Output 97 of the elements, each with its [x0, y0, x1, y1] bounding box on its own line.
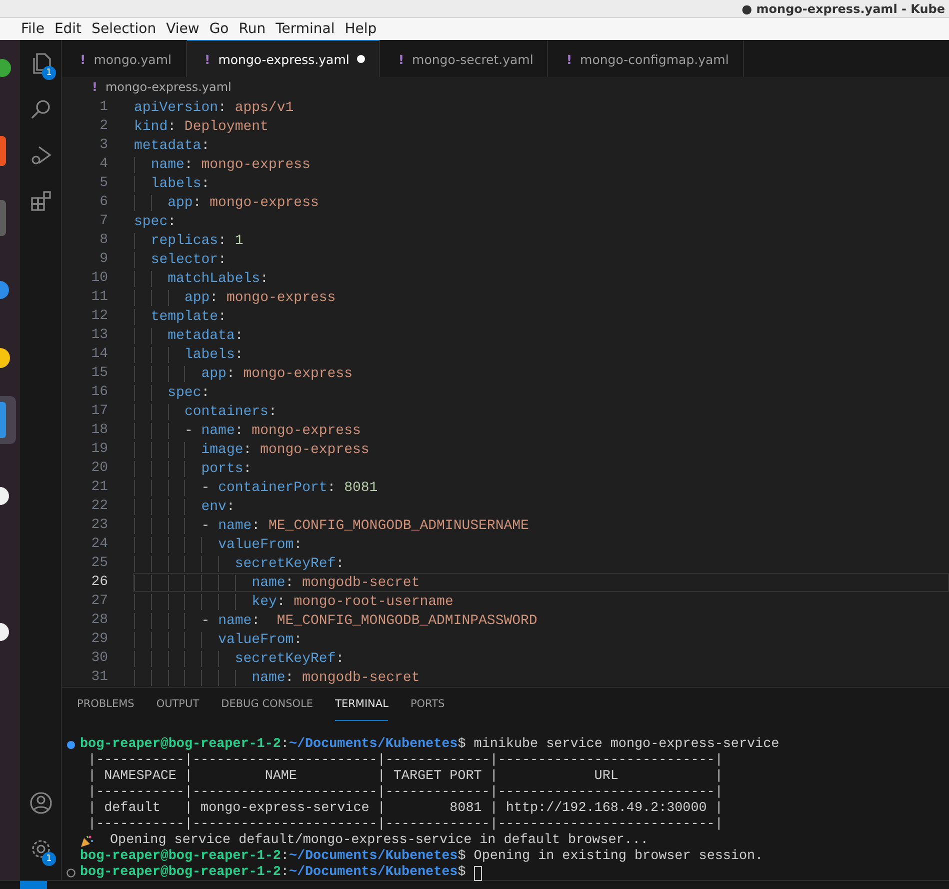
line-number: 15 — [90, 364, 108, 383]
code-line: metadata: — [133, 326, 949, 345]
code-line: valueFrom: — [133, 630, 949, 649]
code-line: - name: ME_CONFIG_MONGODB_ADMINUSERNAME — [133, 516, 949, 535]
terminal-line: bog-reaper@bog-reaper-1-2:~/Documents/Kubenetes$ Opening in existing browser session. — [80, 849, 764, 865]
line-number: 3 — [98, 136, 108, 155]
panel-tab[interactable]: OUTPUT — [156, 688, 200, 721]
code-line: name: mongodb-secret — [133, 668, 949, 687]
line-number: 4 — [98, 155, 108, 174]
code-line: ports: — [133, 459, 949, 478]
panel-tab[interactable]: PROBLEMS — [77, 688, 134, 721]
terminal-line: |-----------|-----------------------|-------------|---------------------------| — [87, 785, 723, 801]
code-line: env: — [133, 497, 949, 516]
line-number: 30 — [90, 649, 108, 668]
line-number: 23 — [90, 516, 108, 535]
line-number: 21 — [90, 478, 108, 497]
editor-tab[interactable]: ! mongo-express.yaml — [186, 40, 380, 77]
terminal-line: |-----------|-----------------------|-------------|---------------------------| — [87, 753, 723, 769]
code-line: secretKeyRef: — [133, 554, 949, 573]
code-line: image: mongo-express — [133, 440, 949, 459]
line-number: 12 — [90, 307, 108, 326]
code-line: replicas: 1 — [133, 231, 949, 250]
line-number: 24 — [90, 535, 108, 554]
code-line: app: mongo-express — [133, 193, 949, 212]
line-number: 17 — [90, 402, 108, 421]
line-number: 18 — [90, 421, 108, 440]
line-number: 25 — [90, 554, 108, 573]
menu-item[interactable]: Selection — [86, 18, 162, 40]
code-line: selector: — [133, 250, 949, 269]
line-number: 8 — [98, 231, 108, 250]
line-number: 16 — [90, 383, 108, 402]
line-number: 13 — [90, 326, 108, 345]
code-line: - containerPort: 8081 — [133, 478, 949, 497]
notification-badge: 1 — [42, 852, 56, 866]
window-title: ● mongo-express.yaml - Kube — [742, 1, 945, 17]
line-number: 29 — [90, 630, 108, 649]
code-line: - name: mongo-express — [133, 421, 949, 440]
search-icon — [29, 97, 53, 121]
settings-icon — [29, 837, 53, 861]
line-number: 10 — [90, 269, 108, 288]
terminal-line: | default | mongo-express-service | 8081 | http://192.168.49.2:30000 | — [87, 801, 723, 817]
line-number: 11 — [90, 288, 108, 307]
menu-item[interactable]: View — [161, 18, 204, 40]
code-line: labels: — [133, 345, 949, 364]
code-line: template: — [133, 307, 949, 326]
code-line: matchLabels: — [133, 269, 949, 288]
code-line: apiVersion: apps/v1 — [133, 99, 295, 117]
line-number: 31 — [90, 668, 108, 687]
panel-tab[interactable]: DEBUG CONSOLE — [221, 688, 314, 721]
menu-item[interactable]: Help — [340, 18, 382, 40]
code-line: metadata: — [133, 137, 211, 155]
code-line: name: mongo-express — [133, 155, 949, 174]
menu-item[interactable]: Run — [234, 18, 271, 40]
unsaved-dot-icon — [357, 55, 366, 63]
code-line: app: mongo-express — [133, 364, 949, 383]
line-number: 9 — [98, 250, 108, 269]
line-number: 28 — [90, 611, 108, 630]
party-popper-icon — [80, 834, 94, 848]
files-button[interactable]: 1 — [20, 40, 62, 86]
menu-item[interactable]: File — [16, 18, 50, 40]
code-line: - name: ME_CONFIG_MONGODB_ADMINPASSWORD — [133, 611, 949, 630]
menu-item[interactable]: Edit — [49, 18, 87, 40]
code-line: key: mongo-root-username — [133, 592, 949, 611]
line-number: 7 — [98, 212, 108, 231]
line-number: 2 — [98, 117, 108, 136]
line-number: 20 — [90, 459, 108, 478]
code-line: app: mongo-express — [133, 288, 949, 307]
settings-button[interactable]: 1 — [20, 826, 62, 872]
extensions-icon — [29, 189, 53, 213]
line-number: 14 — [90, 345, 108, 364]
code-line: kind: Deployment — [133, 118, 270, 136]
line-number: 27 — [90, 592, 108, 611]
code-line: spec: — [133, 383, 949, 402]
line-number: 26 — [90, 573, 108, 592]
code-line: labels: — [133, 174, 949, 193]
code-line: valueFrom: — [133, 535, 949, 554]
line-number: 22 — [90, 497, 108, 516]
panel-tab[interactable]: PORTS — [410, 688, 445, 721]
account-icon — [29, 791, 53, 815]
line-number: 19 — [90, 440, 108, 459]
code-line: spec: — [133, 213, 178, 231]
notification-badge: 1 — [42, 66, 56, 80]
terminal-line: | NAMESPACE | NAME | TARGET PORT | URL | — [87, 769, 723, 785]
menu-item[interactable]: Go — [204, 18, 234, 40]
menu-item[interactable]: Terminal — [270, 18, 340, 40]
code-line: containers: — [133, 402, 949, 421]
terminal-line: |-----------|-----------------------|-------------|---------------------------| — [87, 817, 723, 833]
file-type-icon: ! — [92, 80, 98, 94]
terminal-line: bog-reaper@bog-reaper-1-2:~/Documents/Kubenetes$ minikube service mongo-express-service — [80, 737, 780, 753]
line-number: 6 — [98, 193, 108, 212]
line-number: 1 — [98, 98, 108, 117]
terminal-line: bog-reaper@bog-reaper-1-2:~/Documents/Kubenetes$ — [80, 865, 467, 881]
code-line: secretKeyRef: — [133, 649, 949, 668]
terminal-line: Opening service default/mongo-express-service in default browser... — [110, 833, 648, 849]
line-number: 5 — [98, 174, 108, 193]
panel-tab[interactable]: TERMINAL — [335, 688, 388, 721]
breadcrumb-item[interactable]: mongo-express.yaml — [105, 80, 232, 94]
